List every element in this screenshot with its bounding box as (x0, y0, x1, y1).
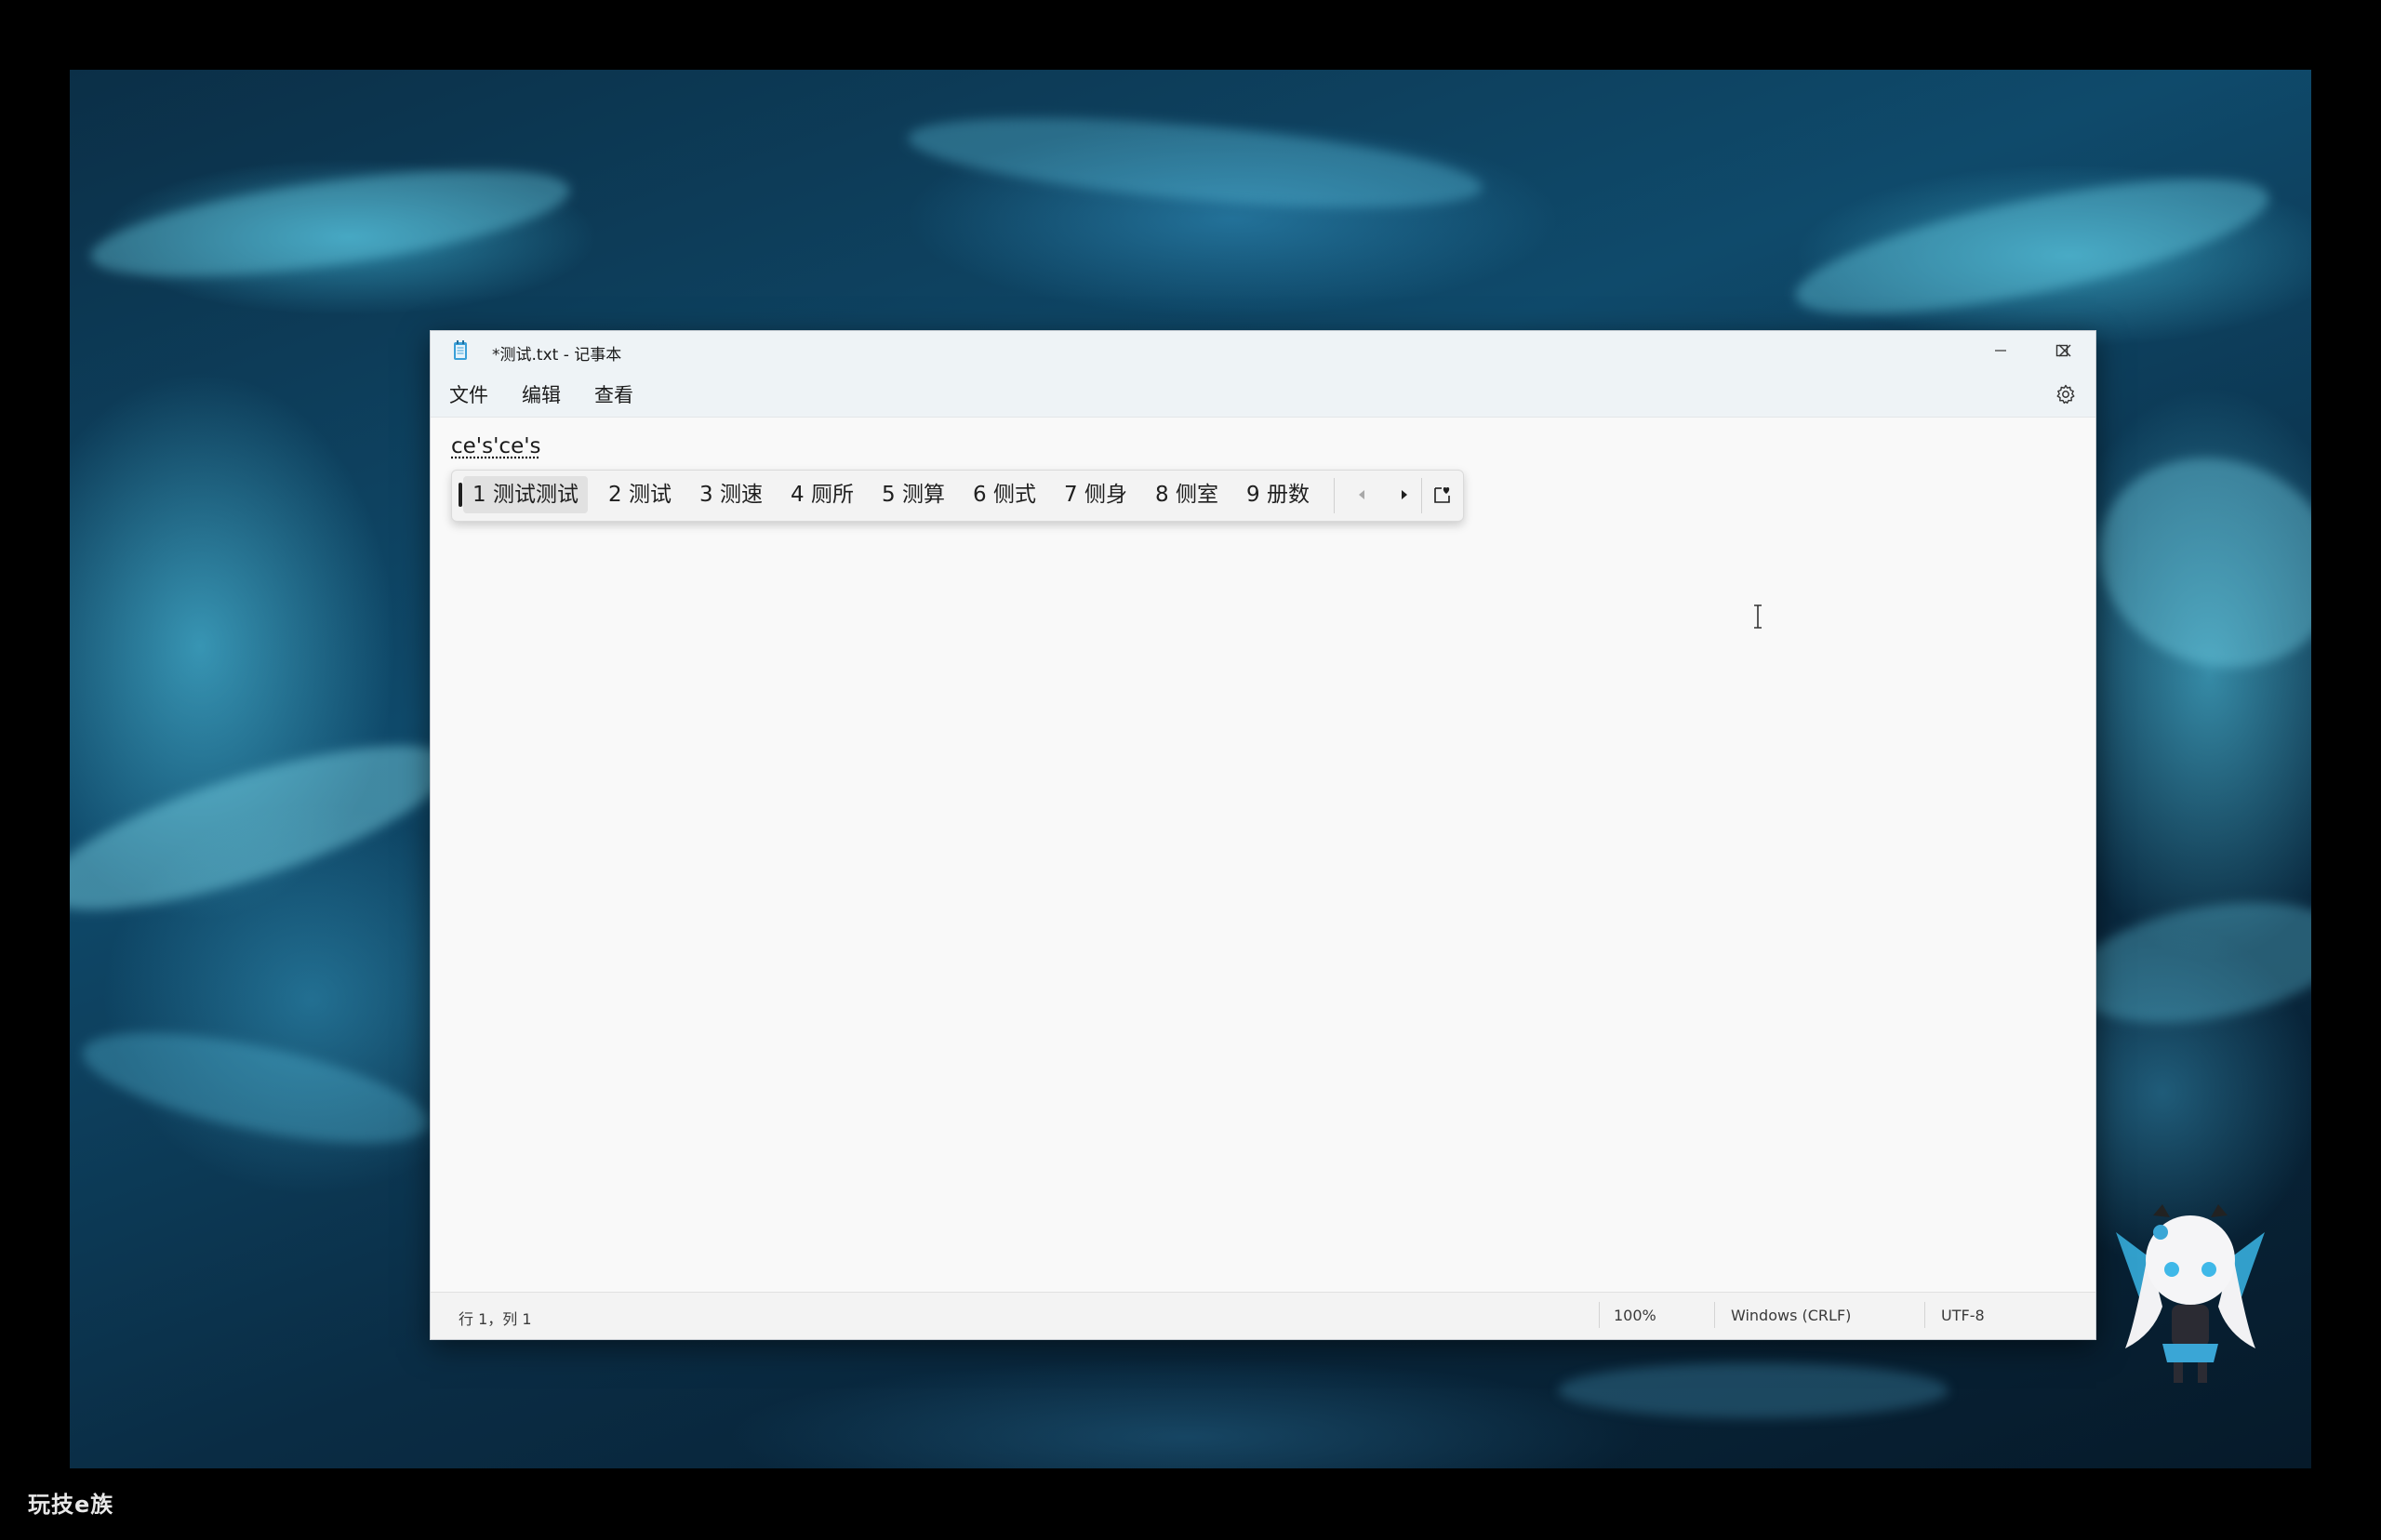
text-cursor-icon (1754, 604, 1762, 629)
menu-edit[interactable]: 编辑 (522, 380, 561, 408)
text-editor[interactable]: ce's'ce's 1 测试测试 2 测试 3 测速 4 厕所 5 测算 6 侧… (431, 418, 2095, 1292)
ime-separator (1421, 478, 1422, 513)
ime-candidate-2[interactable]: 2 测试 (599, 476, 681, 513)
ime-prev-page-button[interactable] (1343, 476, 1380, 513)
gear-icon[interactable] (2055, 383, 2077, 405)
minimize-button[interactable] (1970, 331, 2031, 370)
notepad-window[interactable]: *测试.txt - 记事本 文件 编辑 查看 ce's'ce's 1 测试测试 … (430, 330, 2096, 1340)
menu-view[interactable]: 查看 (594, 380, 633, 408)
cursor-position: 行 1，列 1 (459, 1310, 532, 1328)
triangle-right-icon (1402, 490, 1407, 499)
status-separator (1924, 1302, 1925, 1328)
close-icon (2058, 344, 2071, 357)
ime-candidate-5[interactable]: 5 测算 (872, 476, 954, 513)
menu-bar: 文件 编辑 查看 (431, 370, 2095, 418)
status-bar: 行 1，列 1 100% Windows (CRLF) UTF-8 (431, 1292, 2095, 1339)
ime-candidate-8[interactable]: 8 侧室 (1146, 476, 1228, 513)
zoom-level[interactable]: 100% (1614, 1307, 1656, 1324)
watermark-logo: 玩技e族 (28, 1492, 114, 1518)
ime-favorite-button[interactable] (1424, 476, 1461, 513)
ime-candidate-4[interactable]: 4 厕所 (781, 476, 863, 513)
title-bar[interactable]: *测试.txt - 记事本 (431, 331, 2095, 370)
notepad-icon (454, 340, 467, 360)
line-ending[interactable]: Windows (CRLF) (1731, 1307, 1851, 1324)
heart-page-icon (1434, 487, 1450, 503)
ime-candidate-3[interactable]: 3 测速 (690, 476, 772, 513)
ime-candidate-7[interactable]: 7 侧身 (1055, 476, 1137, 513)
triangle-left-icon (1359, 490, 1364, 499)
ime-separator (1334, 478, 1335, 513)
status-separator (1714, 1302, 1715, 1328)
menu-file[interactable]: 文件 (449, 380, 488, 408)
ime-next-page-button[interactable] (1386, 476, 1423, 513)
mascot-sticker (2116, 1204, 2265, 1383)
encoding[interactable]: UTF-8 (1941, 1307, 1985, 1324)
minimize-icon (1995, 350, 2006, 352)
composition-text: ce's'ce's (451, 434, 541, 458)
ime-candidate-6[interactable]: 6 侧式 (964, 476, 1045, 513)
close-button[interactable] (2034, 331, 2095, 370)
ime-candidate-1[interactable]: 1 测试测试 (463, 476, 588, 513)
candidate-caret (459, 483, 462, 507)
ime-candidate-9[interactable]: 9 册数 (1237, 476, 1319, 513)
ime-candidate-bar: 1 测试测试 2 测试 3 测速 4 厕所 5 测算 6 侧式 7 侧身 8 侧… (451, 470, 1464, 522)
window-title: *测试.txt - 记事本 (492, 346, 622, 365)
status-separator (1599, 1302, 1600, 1328)
